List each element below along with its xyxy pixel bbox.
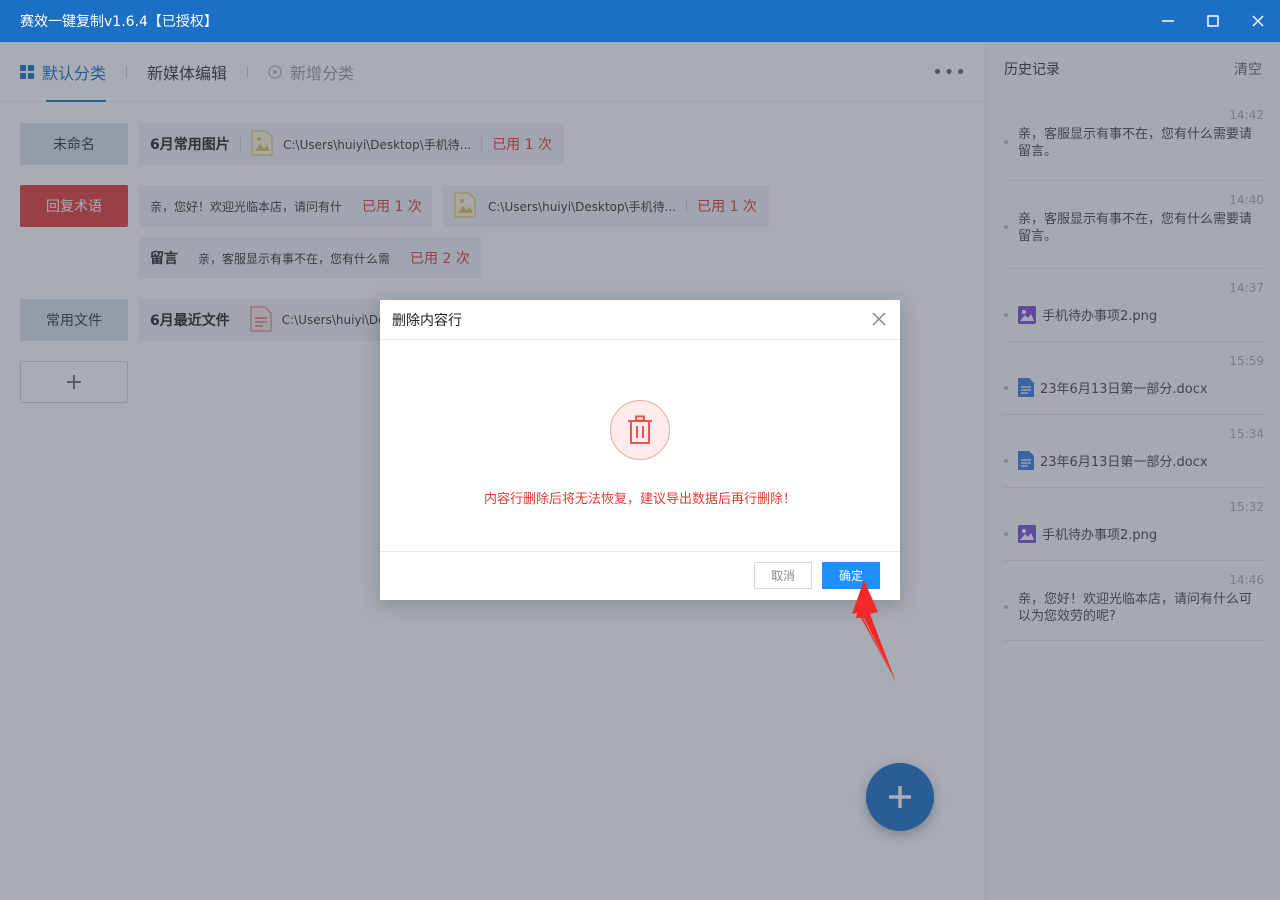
- dialog-close-button[interactable]: [872, 312, 888, 328]
- cancel-button[interactable]: 取消: [754, 562, 812, 589]
- annotation-arrow-icon: [852, 580, 896, 682]
- close-icon: [1251, 15, 1264, 27]
- window-title: 赛效一键复制v1.6.4【已授权】: [20, 14, 218, 30]
- title-bar: 赛效一键复制v1.6.4【已授权】: [0, 0, 1280, 42]
- dialog-header: 删除内容行: [380, 300, 900, 340]
- maximize-icon: [1206, 15, 1219, 27]
- delete-confirm-dialog: 删除内容行 内容行删除后将无法恢复，建议导出数据后再行删除！ 取消 确定: [380, 300, 900, 600]
- close-button[interactable]: [1235, 0, 1280, 42]
- minimize-button[interactable]: [1145, 0, 1190, 42]
- minimize-icon: [1161, 20, 1174, 22]
- maximize-button[interactable]: [1190, 0, 1235, 42]
- trash-icon: [610, 400, 670, 460]
- close-icon: [872, 312, 886, 326]
- dialog-title: 删除内容行: [392, 312, 462, 329]
- dialog-body: 内容行删除后将无法恢复，建议导出数据后再行删除！: [380, 340, 900, 551]
- dialog-warning-message: 内容行删除后将无法恢复，建议导出数据后再行删除！: [483, 492, 796, 507]
- dialog-footer: 取消 确定: [380, 551, 900, 600]
- window-controls: [1145, 0, 1280, 42]
